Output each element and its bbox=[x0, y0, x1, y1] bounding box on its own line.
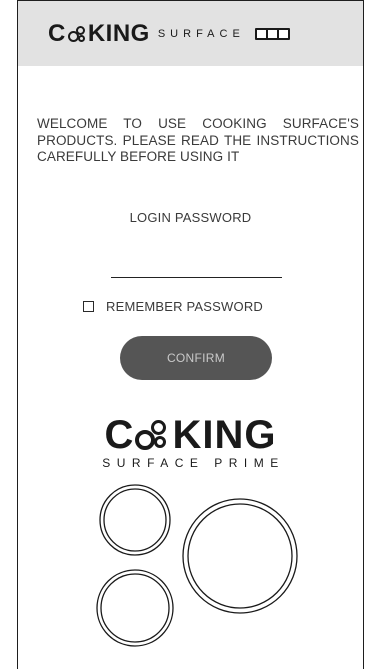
app-frame: C KING SURFACE WELCOME TO USE COOKING SU… bbox=[17, 0, 364, 669]
cooktop-burners-illustration bbox=[96, 484, 298, 647]
small-burner-bottom-icon bbox=[96, 569, 174, 647]
small-burner-top-icon bbox=[99, 484, 171, 556]
large-burner-icon bbox=[182, 498, 298, 614]
